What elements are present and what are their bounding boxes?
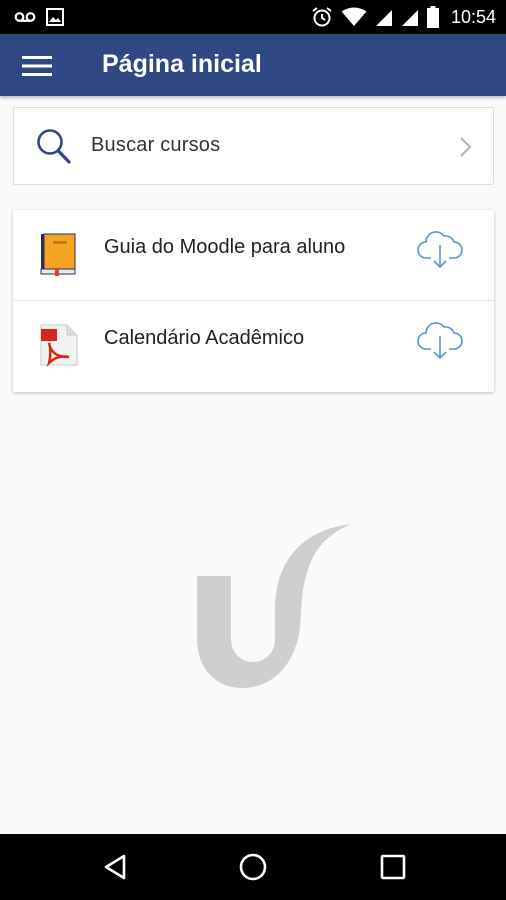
status-time: 10:54	[450, 6, 496, 27]
file-label: Guia do Moodle para aluno	[104, 236, 346, 258]
back-icon	[104, 854, 126, 880]
recents-icon	[380, 854, 406, 880]
alarm-icon	[312, 7, 332, 27]
signal-icon	[375, 10, 392, 26]
app-bar: Página inicial	[0, 34, 506, 96]
file-label: Calendário Acadêmico	[104, 327, 305, 349]
cloud-download-icon[interactable]	[417, 319, 463, 361]
voicemail-icon	[14, 12, 36, 22]
search-courses-button[interactable]: Buscar cursos	[13, 107, 494, 185]
recents-button[interactable]	[376, 850, 410, 884]
chevron-right-icon	[460, 137, 472, 157]
home-icon	[239, 853, 267, 881]
home-button[interactable]	[236, 850, 270, 884]
pdf-icon	[40, 324, 78, 367]
hamburger-menu-icon	[22, 56, 52, 76]
search-icon	[37, 129, 71, 164]
wifi-icon	[341, 7, 367, 26]
back-button[interactable]	[98, 850, 132, 884]
book-icon	[40, 233, 76, 276]
files-list: Guia do Moodle para aluno Calendário Aca…	[13, 210, 494, 392]
status-bar: 10:54	[0, 0, 506, 34]
cloud-download-icon[interactable]	[417, 228, 463, 270]
page-title: Página inicial	[102, 50, 262, 78]
search-courses-label: Buscar cursos	[91, 134, 221, 156]
battery-icon	[426, 6, 439, 28]
image-icon	[46, 8, 64, 26]
menu-button[interactable]	[14, 46, 60, 86]
signal-icon	[401, 10, 418, 26]
list-item-calendario[interactable]: Calendário Acadêmico	[13, 301, 494, 392]
navigation-bar	[0, 834, 506, 900]
list-item-guia[interactable]: Guia do Moodle para aluno	[13, 210, 494, 301]
logo-watermark	[197, 524, 351, 688]
